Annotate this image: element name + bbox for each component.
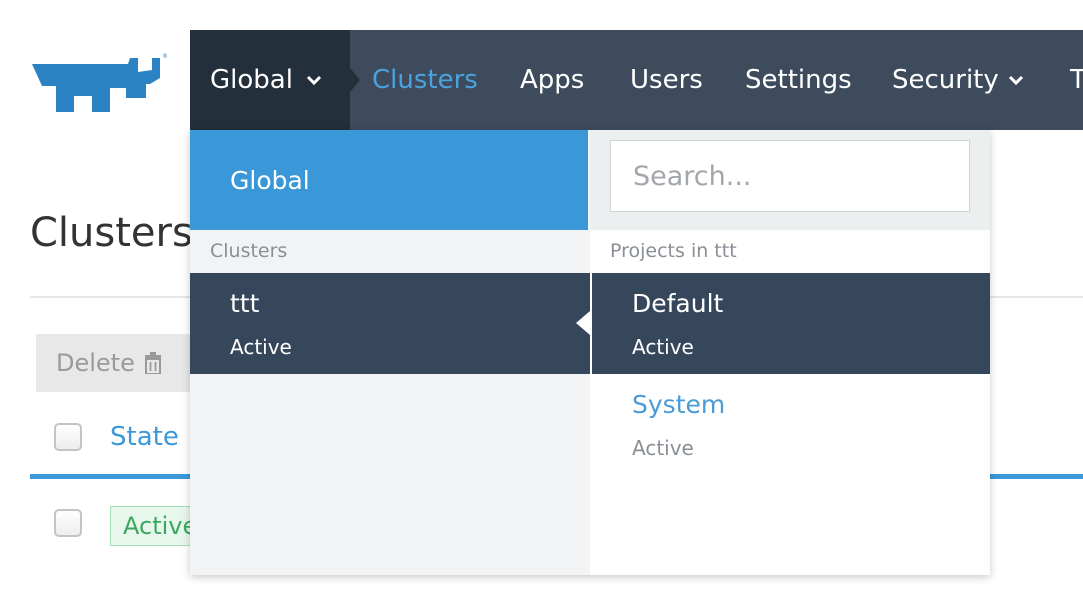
projects-section-label: Projects in ttt bbox=[610, 240, 737, 262]
nav-truncated-label: T bbox=[1070, 65, 1083, 95]
nav-apps[interactable]: Apps bbox=[520, 30, 584, 130]
cluster-selected-notch bbox=[576, 311, 590, 335]
svg-text:®: ® bbox=[162, 53, 168, 60]
cluster-name: ttt bbox=[230, 289, 260, 318]
nav-clusters-label: Clusters bbox=[372, 65, 478, 95]
nav-security-label: Security bbox=[892, 65, 999, 95]
clusters-section-label: Clusters bbox=[210, 240, 288, 262]
dropdown-global-item[interactable]: Global bbox=[190, 130, 588, 230]
project-name: System bbox=[632, 390, 726, 419]
nav-users[interactable]: Users bbox=[630, 30, 703, 130]
delete-button-label: Delete bbox=[56, 349, 135, 377]
state-column-header[interactable]: State bbox=[110, 422, 179, 452]
chevron-down-icon bbox=[1008, 75, 1023, 86]
global-button-notch bbox=[350, 68, 360, 92]
nav-truncated-item[interactable]: T bbox=[1070, 30, 1083, 130]
cluster-status: Active bbox=[230, 335, 292, 359]
nav-settings[interactable]: Settings bbox=[745, 30, 852, 130]
project-name: Default bbox=[632, 289, 724, 318]
project-item-default[interactable]: Default Active bbox=[592, 273, 990, 374]
project-status: Active bbox=[632, 335, 694, 359]
rancher-logo[interactable]: ® bbox=[28, 50, 168, 112]
nav-users-label: Users bbox=[630, 65, 703, 95]
select-all-checkbox[interactable] bbox=[54, 423, 82, 451]
global-scope-button[interactable]: Global bbox=[190, 30, 350, 130]
project-item-system[interactable]: System Active bbox=[592, 374, 990, 474]
project-status: Active bbox=[632, 436, 694, 460]
nav-clusters[interactable]: Clusters bbox=[372, 30, 478, 130]
scope-dropdown: Global Clusters Projects in ttt ttt Acti… bbox=[190, 130, 990, 575]
trash-icon bbox=[144, 352, 161, 374]
rancher-cow-icon: ® bbox=[32, 53, 168, 112]
page-title: Clusters bbox=[30, 210, 193, 256]
nav-settings-label: Settings bbox=[745, 65, 852, 95]
row-checkbox[interactable] bbox=[54, 509, 82, 537]
delete-button[interactable]: Delete bbox=[36, 334, 196, 392]
global-scope-label: Global bbox=[210, 65, 293, 95]
chevron-down-icon bbox=[306, 75, 322, 86]
cluster-item-ttt[interactable]: ttt Active bbox=[190, 273, 590, 374]
nav-apps-label: Apps bbox=[520, 65, 585, 95]
search-input[interactable] bbox=[610, 140, 970, 212]
dropdown-global-label: Global bbox=[230, 165, 310, 195]
nav-security[interactable]: Security bbox=[892, 30, 1025, 130]
